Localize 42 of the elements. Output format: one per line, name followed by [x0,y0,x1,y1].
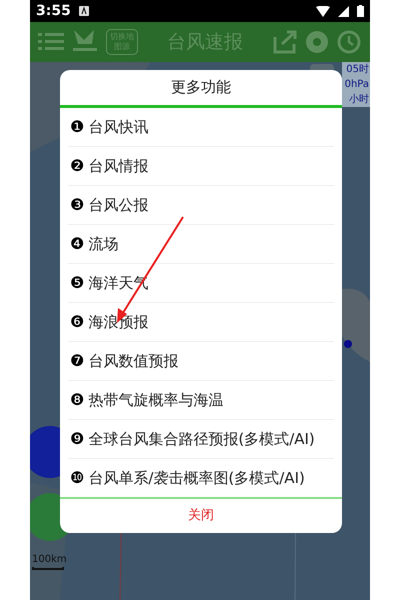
menu-item[interactable]: ❾ 全球台风集合路径预报(多模式/AI) [68,420,334,459]
history-icon[interactable] [336,29,362,55]
share-icon[interactable] [272,29,298,55]
dialog-title: 更多功能 [171,77,231,98]
scale-label: 100km [32,553,67,567]
notification-icon [78,6,89,16]
menu-item[interactable]: ❷ 台风情报 [68,147,334,186]
menu-item[interactable]: ❽ 热带气旋概率与海温 [68,381,334,420]
number-icon: ❽ [70,390,84,410]
number-icon: ❿ [70,468,84,488]
typhoon-icon[interactable] [304,29,330,55]
typhoon-info-text: 05时 [346,62,369,77]
menu-item-label: 台风情报 [88,156,148,176]
duration-text: 小时 [349,92,369,107]
number-icon: ❸ [70,195,84,215]
number-icon: ❶ [70,117,84,137]
menu-item[interactable]: ❶ 台风快讯 [68,108,334,147]
scale-bar [32,567,64,570]
signal-icon [338,6,349,16]
menu-item-label: 台风数值预报 [88,351,178,371]
status-time: 3:55 [36,2,71,20]
menu-item-label: 热带气旋概率与海温 [88,390,224,410]
menu-item-label: 全球台风集合路径预报(多模式/AI) [88,429,315,449]
number-icon: ❻ [70,312,84,332]
pressure-text: 0hPa [344,78,369,92]
menu-item[interactable]: ❹ 流场 [68,225,334,264]
menu-item-label: 台风快讯 [88,117,148,137]
menu-item[interactable]: ❼ 台风数值预报 [68,342,334,381]
number-icon: ❹ [70,234,84,254]
wifi-icon [316,6,330,16]
number-icon: ❼ [70,351,84,371]
number-icon: ❾ [70,429,84,449]
menu-item-label: 流场 [88,234,118,254]
close-button[interactable]: 关闭 [188,506,214,526]
menu-item[interactable]: ❸ 台风公报 [68,186,334,225]
number-icon: ❺ [70,273,84,293]
menu-item-label: 台风单系/袭击概率图(多模式/AI) [88,468,305,488]
menu-item-label: 台风公报 [88,195,148,215]
menu-icon[interactable] [38,31,64,53]
battery-icon [357,5,364,17]
menu-item[interactable]: ❿ 台风单系/袭击概率图(多模式/AI) [68,459,334,497]
number-icon: ❷ [70,156,84,176]
